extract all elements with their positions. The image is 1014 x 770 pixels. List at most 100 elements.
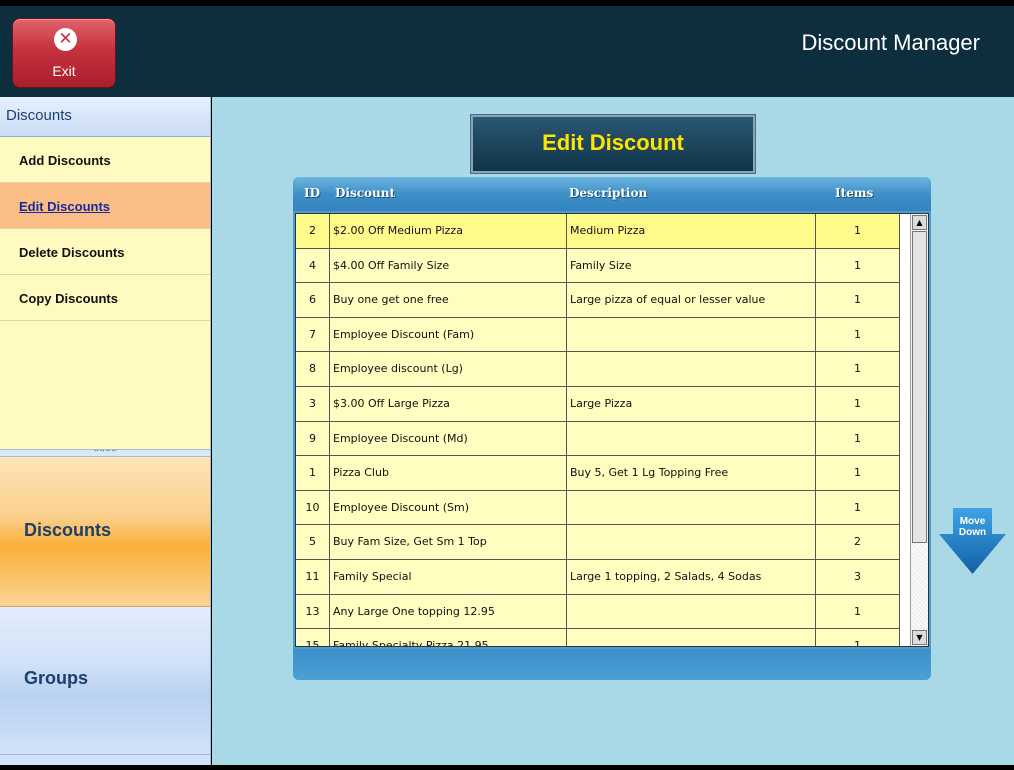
cell-discount: $3.00 Off Large Pizza — [330, 386, 567, 421]
cell-discount: Employee Discount (Md) — [330, 421, 567, 456]
column-header-id[interactable]: ID — [304, 186, 320, 200]
table-row[interactable]: 1 Pizza Club Buy 5, Get 1 Lg Topping Free 1 — [296, 456, 900, 491]
sidebar-splitter[interactable]: ⠒⠒⠒⠒ — [0, 448, 210, 457]
cell-discount: Employee discount (Lg) — [330, 352, 567, 386]
app-title: Discount Manager — [801, 30, 980, 55]
cell-id: 9 — [296, 421, 330, 456]
cell-items: 1 — [816, 386, 900, 421]
table-row[interactable]: 5 Buy Fam Size, Get Sm 1 Top 2 — [296, 525, 900, 560]
column-header-discount[interactable]: Discount — [335, 186, 395, 200]
table-row[interactable]: 6 Buy one get one free Large pizza of equa… — [296, 283, 900, 318]
grid-header: ID Discount Description Items — [293, 177, 931, 211]
column-header-description[interactable]: Description — [569, 186, 647, 200]
sidebar: Discounts Add Discounts Edit Discounts D… — [0, 97, 211, 765]
grid-footer — [293, 649, 931, 680]
cell-items: 1 — [816, 456, 900, 490]
cell-items: 1 — [816, 283, 900, 317]
cell-discount: $2.00 Off Medium Pizza — [330, 214, 567, 248]
vertical-scrollbar[interactable]: ▲ ▼ — [910, 214, 928, 646]
table-row[interactable]: 4 $4.00 Off Family Size Family Size 1 — [296, 248, 900, 284]
cell-items: 1 — [816, 629, 900, 646]
sidebar-header: Discounts — [0, 97, 210, 137]
table-row[interactable]: 3 $3.00 Off Large Pizza Large Pizza 1 — [296, 386, 900, 422]
cell-id: 13 — [296, 594, 330, 629]
app-header: ✕ Exit Discount Manager — [0, 6, 1014, 97]
cell-id: 15 — [296, 629, 330, 646]
cell-description: Family Size — [567, 248, 816, 283]
table-row[interactable]: 7 Employee Discount (Fam) 1 — [296, 317, 900, 353]
cell-discount: Buy one get one free — [330, 283, 567, 317]
cell-id: 10 — [296, 490, 330, 525]
cell-discount: $4.00 Off Family Size — [330, 248, 567, 283]
cell-discount: Employee Discount (Sm) — [330, 490, 567, 525]
table-row[interactable]: 11 Family Special Large 1 topping, 2 Salad… — [296, 559, 900, 595]
cell-description: Large pizza of equal or lesser value — [567, 283, 816, 317]
cell-description: Buy 5, Get 1 Lg Topping Free — [567, 456, 816, 490]
sidebar-bottom — [0, 755, 210, 765]
table-row[interactable]: 10 Employee Discount (Sm) 1 — [296, 490, 900, 526]
cell-items: 1 — [816, 317, 900, 352]
cell-discount: Family Specialty Pizza 21.95 — [330, 629, 567, 646]
sidebar-nav-empty — [0, 321, 210, 449]
page-title: Edit Discount — [471, 115, 755, 173]
cell-id: 3 — [296, 386, 330, 421]
discount-grid: ID Discount Description Items 2 $2.00 Off… — [293, 177, 931, 680]
exit-button[interactable]: ✕ Exit — [12, 18, 116, 88]
move-down-button[interactable]: Move Down — [939, 508, 1006, 575]
cell-discount: Pizza Club — [330, 456, 567, 490]
table-row[interactable]: 8 Employee discount (Lg) 1 — [296, 352, 900, 387]
move-down-label-line2: Down — [958, 527, 987, 538]
section-label-groups: Groups — [24, 668, 89, 688]
cell-description — [567, 421, 816, 456]
table-row[interactable]: 15 Family Specialty Pizza 21.95 1 — [296, 629, 900, 646]
grid-rows: 2 $2.00 Off Medium Pizza Medium Pizza 1 4 $4.… — [296, 214, 900, 646]
cell-description — [567, 490, 816, 525]
table-row[interactable]: 2 $2.00 Off Medium Pizza Medium Pizza 1 — [296, 214, 900, 249]
section-label-discounts: Discounts — [24, 520, 112, 540]
cell-description — [567, 594, 816, 629]
column-header-items[interactable]: Items — [835, 186, 873, 200]
main-panel: Edit Discount ID Discount Description It… — [212, 97, 1014, 765]
move-down-label-line1: Move — [959, 516, 986, 527]
cell-id: 11 — [296, 559, 330, 594]
cell-items: 1 — [816, 248, 900, 283]
cell-items: 1 — [816, 214, 900, 248]
cell-description: Large Pizza — [567, 386, 816, 421]
cell-id: 1 — [296, 456, 330, 490]
cell-items: 1 — [816, 490, 900, 525]
cell-id: 2 — [296, 214, 330, 248]
sidebar-nav: Add Discounts Edit Discounts Delete Disc… — [0, 137, 210, 321]
cell-id: 8 — [296, 352, 330, 386]
cell-description: Large 1 topping, 2 Salads, 4 Sodas — [567, 559, 816, 594]
table-row[interactable]: 9 Employee Discount (Md) 1 — [296, 421, 900, 457]
cell-description — [567, 317, 816, 352]
section-button-groups[interactable]: Groups — [0, 607, 210, 755]
cell-id: 7 — [296, 317, 330, 352]
cell-items: 3 — [816, 559, 900, 594]
cell-discount: Family Special — [330, 559, 567, 594]
cell-items: 1 — [816, 352, 900, 386]
scroll-up-icon[interactable]: ▲ — [912, 215, 927, 230]
sidebar-item-edit-discounts[interactable]: Edit Discounts — [0, 183, 210, 229]
sidebar-item-add-discounts[interactable]: Add Discounts — [0, 137, 210, 183]
cell-items: 1 — [816, 421, 900, 456]
cell-discount: Employee Discount (Fam) — [330, 317, 567, 352]
sidebar-item-copy-discounts[interactable]: Copy Discounts — [0, 275, 210, 321]
move-down-label: Move Down — [939, 516, 1006, 538]
section-button-discounts[interactable]: Discounts — [0, 457, 210, 607]
cell-items: 1 — [816, 594, 900, 629]
cell-id: 4 — [296, 248, 330, 283]
bottom-bar — [0, 765, 1014, 770]
scroll-down-icon[interactable]: ▼ — [912, 630, 927, 645]
table-row[interactable]: 13 Any Large One topping 12.95 1 — [296, 594, 900, 630]
cell-discount: Buy Fam Size, Get Sm 1 Top — [330, 525, 567, 559]
close-circle-icon: ✕ — [54, 28, 77, 51]
cell-items: 2 — [816, 525, 900, 559]
cell-description — [567, 629, 816, 646]
cell-id: 5 — [296, 525, 330, 559]
sidebar-item-delete-discounts[interactable]: Delete Discounts — [0, 229, 210, 275]
exit-label: Exit — [52, 63, 76, 79]
cell-description — [567, 352, 816, 386]
grid-body: 2 $2.00 Off Medium Pizza Medium Pizza 1 4 $4.… — [295, 213, 929, 647]
scroll-thumb[interactable] — [912, 231, 927, 543]
